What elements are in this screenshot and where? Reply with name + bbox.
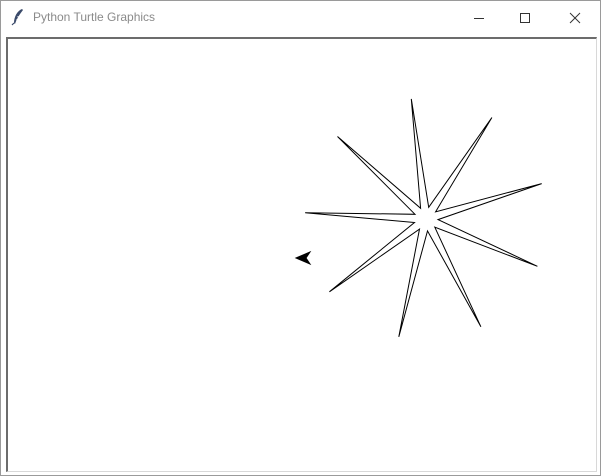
turtle-window: Python Turtle Graphics: [0, 0, 601, 476]
close-icon: [569, 12, 581, 23]
title-bar[interactable]: Python Turtle Graphics: [1, 1, 600, 34]
close-button[interactable]: [552, 1, 598, 34]
feather-icon: [11, 9, 23, 26]
minimize-icon: [474, 17, 484, 19]
turtle-canvas-frame: [6, 37, 597, 472]
turtle-canvas[interactable]: [8, 39, 596, 471]
maximize-button[interactable]: [502, 1, 548, 34]
maximize-icon: [520, 12, 530, 23]
minimize-button[interactable]: [456, 1, 502, 34]
star-drawing: [305, 98, 542, 338]
turtle-cursor: [294, 250, 312, 266]
window-title: Python Turtle Graphics: [33, 10, 156, 24]
